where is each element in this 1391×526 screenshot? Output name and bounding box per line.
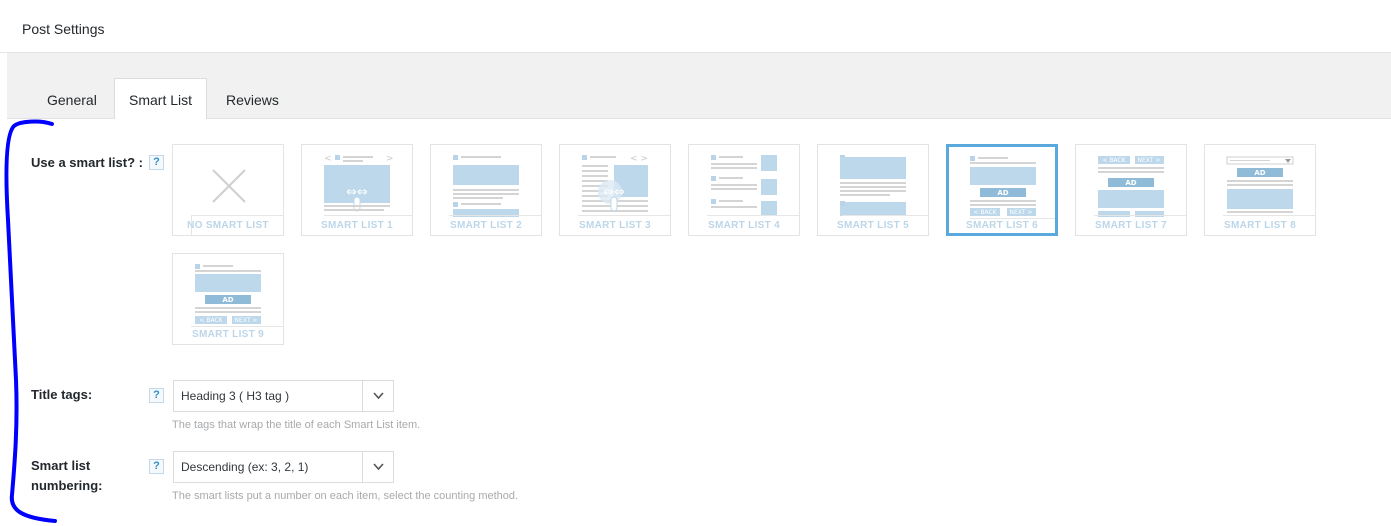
svg-text:< BACK: < BACK	[973, 209, 997, 216]
numbering-label-line1: Smart list	[31, 458, 91, 473]
title-tags-value: Heading 3 ( H3 tag )	[181, 389, 290, 403]
tab-smart-list[interactable]: Smart List	[114, 78, 208, 120]
smart-list-caption: SMART LIST 6	[966, 220, 1038, 231]
dropdown-arrow[interactable]	[362, 452, 393, 482]
smart-list-caption: SMART LIST 2	[450, 220, 522, 231]
smart-list-option-7[interactable]: < BACK NEXT > AD SMART LIST 7	[1075, 144, 1187, 236]
smart-list-caption: SMART LIST 8	[1224, 220, 1296, 231]
smart-list-option-4[interactable]: SMART LIST 4	[688, 144, 800, 236]
smart-list-caption: SMART LIST 1	[321, 220, 393, 231]
smart-list-caption: SMART LIST 7	[1095, 220, 1167, 231]
smart-list-caption: SMART LIST 3	[579, 220, 651, 231]
numbering-description: The smart lists put a number on each ite…	[172, 490, 519, 502]
smart-list-help-icon[interactable]: ?	[149, 155, 164, 170]
svg-text:< BACK: < BACK	[199, 317, 223, 324]
dropdown-arrow[interactable]	[362, 381, 393, 411]
page-title: Post Settings	[22, 21, 105, 37]
smart-list-option-9[interactable]: AD < BACK NEXT > SMART LIST 9	[172, 253, 284, 345]
title-tags-select[interactable]: Heading 3 ( H3 tag )	[173, 380, 394, 412]
svg-text:<: <	[324, 154, 332, 164]
numbering-value: Descending (ex: 3, 2, 1)	[181, 460, 309, 474]
smart-list-label: Use a smart list? :	[31, 155, 143, 170]
svg-text:AD: AD	[997, 189, 1008, 197]
svg-text:AD: AD	[1254, 169, 1265, 177]
smart-list-caption: NO SMART LIST	[187, 220, 269, 231]
tab-general[interactable]: General	[32, 78, 112, 119]
chevron-down-icon	[373, 392, 384, 400]
tab-reviews[interactable]: Reviews	[211, 78, 294, 119]
smart-list-option-2[interactable]: SMART LIST 2	[430, 144, 542, 236]
svg-text:AD: AD	[222, 296, 233, 304]
smart-list-option-1[interactable]: < > ⇔⇔ SMART LIST 1	[301, 144, 413, 236]
numbering-select[interactable]: Descending (ex: 3, 2, 1)	[173, 451, 394, 483]
smart-list-caption: SMART LIST 4	[708, 220, 780, 231]
page-header: Post Settings	[0, 0, 1391, 53]
smart-list-option-none[interactable]: NO SMART LIST	[172, 144, 284, 236]
smart-list-option-3[interactable]: < > ⇔⇔ SMART LIST 3	[559, 144, 671, 236]
svg-text:< BACK: < BACK	[1102, 157, 1126, 164]
title-tags-help-icon[interactable]: ?	[149, 388, 164, 403]
svg-text:NEXT >: NEXT >	[1138, 157, 1161, 164]
title-tags-description: The tags that wrap the title of each Sma…	[172, 419, 421, 431]
title-tags-label: Title tags:	[31, 387, 93, 402]
numbering-label-line2: numbering:	[31, 478, 103, 493]
svg-text:NEXT >: NEXT >	[235, 317, 258, 324]
svg-text:< >: < >	[630, 154, 648, 164]
smart-list-option-5[interactable]: SMART LIST 5	[817, 144, 929, 236]
svg-text:>: >	[386, 154, 394, 164]
smart-list-caption: SMART LIST 5	[837, 220, 909, 231]
svg-text:AD: AD	[1125, 179, 1136, 187]
chevron-down-icon	[373, 463, 384, 471]
smart-list-caption: SMART LIST 9	[192, 329, 264, 340]
numbering-help-icon[interactable]: ?	[149, 459, 164, 474]
svg-text:NEXT >: NEXT >	[1010, 209, 1033, 216]
smart-list-option-8[interactable]: AD SMART LIST 8	[1204, 144, 1316, 236]
smart-list-option-6[interactable]: AD < BACK NEXT > SMART LIST 6	[946, 144, 1058, 236]
